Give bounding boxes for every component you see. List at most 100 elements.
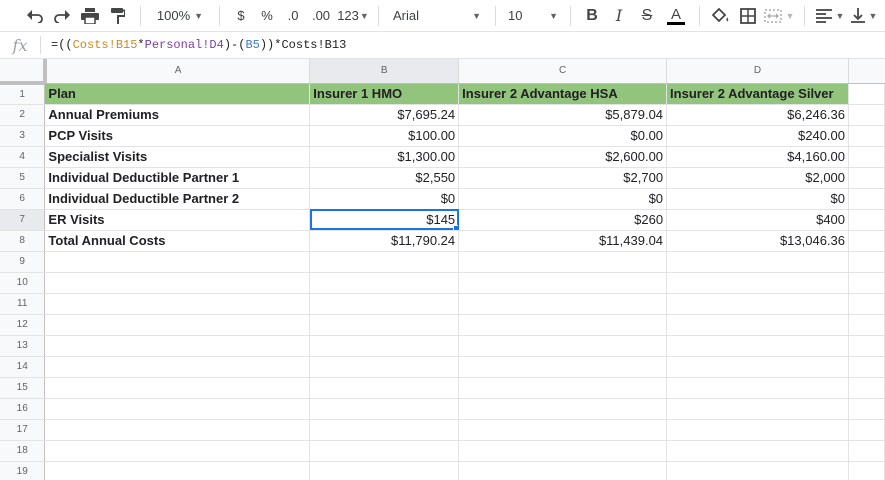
cell-a2[interactable]: Annual Premiums [44,104,311,126]
cell-b8[interactable]: $11,790.24 [309,230,460,252]
fill-color-icon[interactable] [708,4,734,28]
horizontal-align-icon[interactable]: ▼ [813,4,847,28]
row-header[interactable]: 18 [0,440,46,462]
cell-d17[interactable] [666,419,850,441]
cell-d11[interactable] [666,293,850,315]
font-size-select[interactable]: 10 ▼ [504,4,562,28]
row-header[interactable]: 14 [0,356,46,378]
cell-d1[interactable]: Insurer 2 Advantage Silver [666,83,850,105]
cell-e12[interactable] [848,314,885,336]
cell-b13[interactable] [309,335,460,357]
cell-c17[interactable] [458,419,668,441]
cell-c19[interactable] [458,461,668,480]
cell-d16[interactable] [666,398,850,420]
column-header-d[interactable]: D [666,59,850,84]
cell-a9[interactable] [44,251,311,273]
cell-b4[interactable]: $1,300.00 [309,146,460,168]
cell-b17[interactable] [309,419,460,441]
percent-format-button[interactable]: % [254,4,280,28]
row-header[interactable]: 13 [0,335,46,357]
cell-e16[interactable] [848,398,885,420]
cell-a6[interactable]: Individual Deductible Partner 2 [44,188,311,210]
cell-c14[interactable] [458,356,668,378]
row-header[interactable]: 9 [0,251,46,273]
row-header[interactable]: 12 [0,314,46,336]
cell-d7[interactable]: $400 [666,209,850,231]
more-formats-button[interactable]: 123 ▼ [336,4,370,28]
decrease-decimals-button[interactable]: .0 [280,4,306,28]
cell-c5[interactable]: $2,700 [458,167,668,189]
row-header[interactable]: 5 [0,167,46,189]
cell-c9[interactable] [458,251,668,273]
cell-d6[interactable]: $0 [666,188,850,210]
cell-d3[interactable]: $240.00 [666,125,850,147]
row-header[interactable]: 2 [0,104,46,126]
cell-c12[interactable] [458,314,668,336]
strikethrough-button[interactable]: S [633,4,661,28]
cell-e3[interactable] [848,125,885,147]
cell-a19[interactable] [44,461,311,480]
cell-e8[interactable] [848,230,885,252]
merge-cells-icon[interactable]: ▼ [762,4,796,28]
cell-d2[interactable]: $6,246.36 [666,104,850,126]
cell-b10[interactable] [309,272,460,294]
row-header[interactable]: 6 [0,188,46,210]
column-header-b[interactable]: B [309,59,460,84]
cell-c4[interactable]: $2,600.00 [458,146,668,168]
cell-d15[interactable] [666,377,850,399]
cell-a15[interactable] [44,377,311,399]
cell-d19[interactable] [666,461,850,480]
cell-a1[interactable]: Plan [44,83,311,105]
cell-c8[interactable]: $11,439.04 [458,230,668,252]
cell-b12[interactable] [309,314,460,336]
row-header[interactable]: 10 [0,272,46,294]
row-header[interactable]: 4 [0,146,46,168]
redo-icon[interactable] [48,4,76,28]
cell-a10[interactable] [44,272,311,294]
cell-c11[interactable] [458,293,668,315]
cell-c18[interactable] [458,440,668,462]
cell-b7-selected[interactable]: $145 [309,209,460,231]
cell-d13[interactable] [666,335,850,357]
cell-a5[interactable]: Individual Deductible Partner 1 [44,167,311,189]
bold-button[interactable]: B [579,4,605,28]
cell-e15[interactable] [848,377,885,399]
row-header[interactable]: 8 [0,230,46,252]
cell-b19[interactable] [309,461,460,480]
cell-b1[interactable]: Insurer 1 HMO [309,83,460,105]
cell-e5[interactable] [848,167,885,189]
cell-b2[interactable]: $7,695.24 [309,104,460,126]
cell-c1[interactable]: Insurer 2 Advantage HSA [458,83,668,105]
cell-a7[interactable]: ER Visits [44,209,311,231]
cell-e7[interactable] [848,209,885,231]
increase-decimals-button[interactable]: .00 [306,4,336,28]
cell-a8[interactable]: Total Annual Costs [44,230,311,252]
cell-b18[interactable] [309,440,460,462]
cell-b11[interactable] [309,293,460,315]
formula-input[interactable]: =((Costs!B15*Personal!D4)-(B5))*Costs!B1… [51,38,346,52]
borders-icon[interactable] [734,4,762,28]
cell-e10[interactable] [848,272,885,294]
cell-a14[interactable] [44,356,311,378]
column-header-a[interactable]: A [44,59,311,84]
row-header[interactable]: 11 [0,293,46,315]
cell-e11[interactable] [848,293,885,315]
cell-b9[interactable] [309,251,460,273]
vertical-align-icon[interactable]: ▼ [847,4,881,28]
print-icon[interactable] [76,4,104,28]
cell-e4[interactable] [848,146,885,168]
cell-d9[interactable] [666,251,850,273]
row-header[interactable]: 7 [0,209,46,231]
font-select[interactable]: Arial ▼ [387,4,487,28]
select-all-corner[interactable] [0,59,47,85]
row-header[interactable]: 19 [0,461,46,480]
currency-format-button[interactable]: $ [228,4,254,28]
zoom-select[interactable]: 100% ▼ [149,4,211,28]
cell-d12[interactable] [666,314,850,336]
row-header[interactable]: 3 [0,125,46,147]
cell-d10[interactable] [666,272,850,294]
cell-c2[interactable]: $5,879.04 [458,104,668,126]
row-header[interactable]: 16 [0,398,46,420]
cell-b6[interactable]: $0 [309,188,460,210]
text-color-button[interactable]: A [661,4,691,28]
